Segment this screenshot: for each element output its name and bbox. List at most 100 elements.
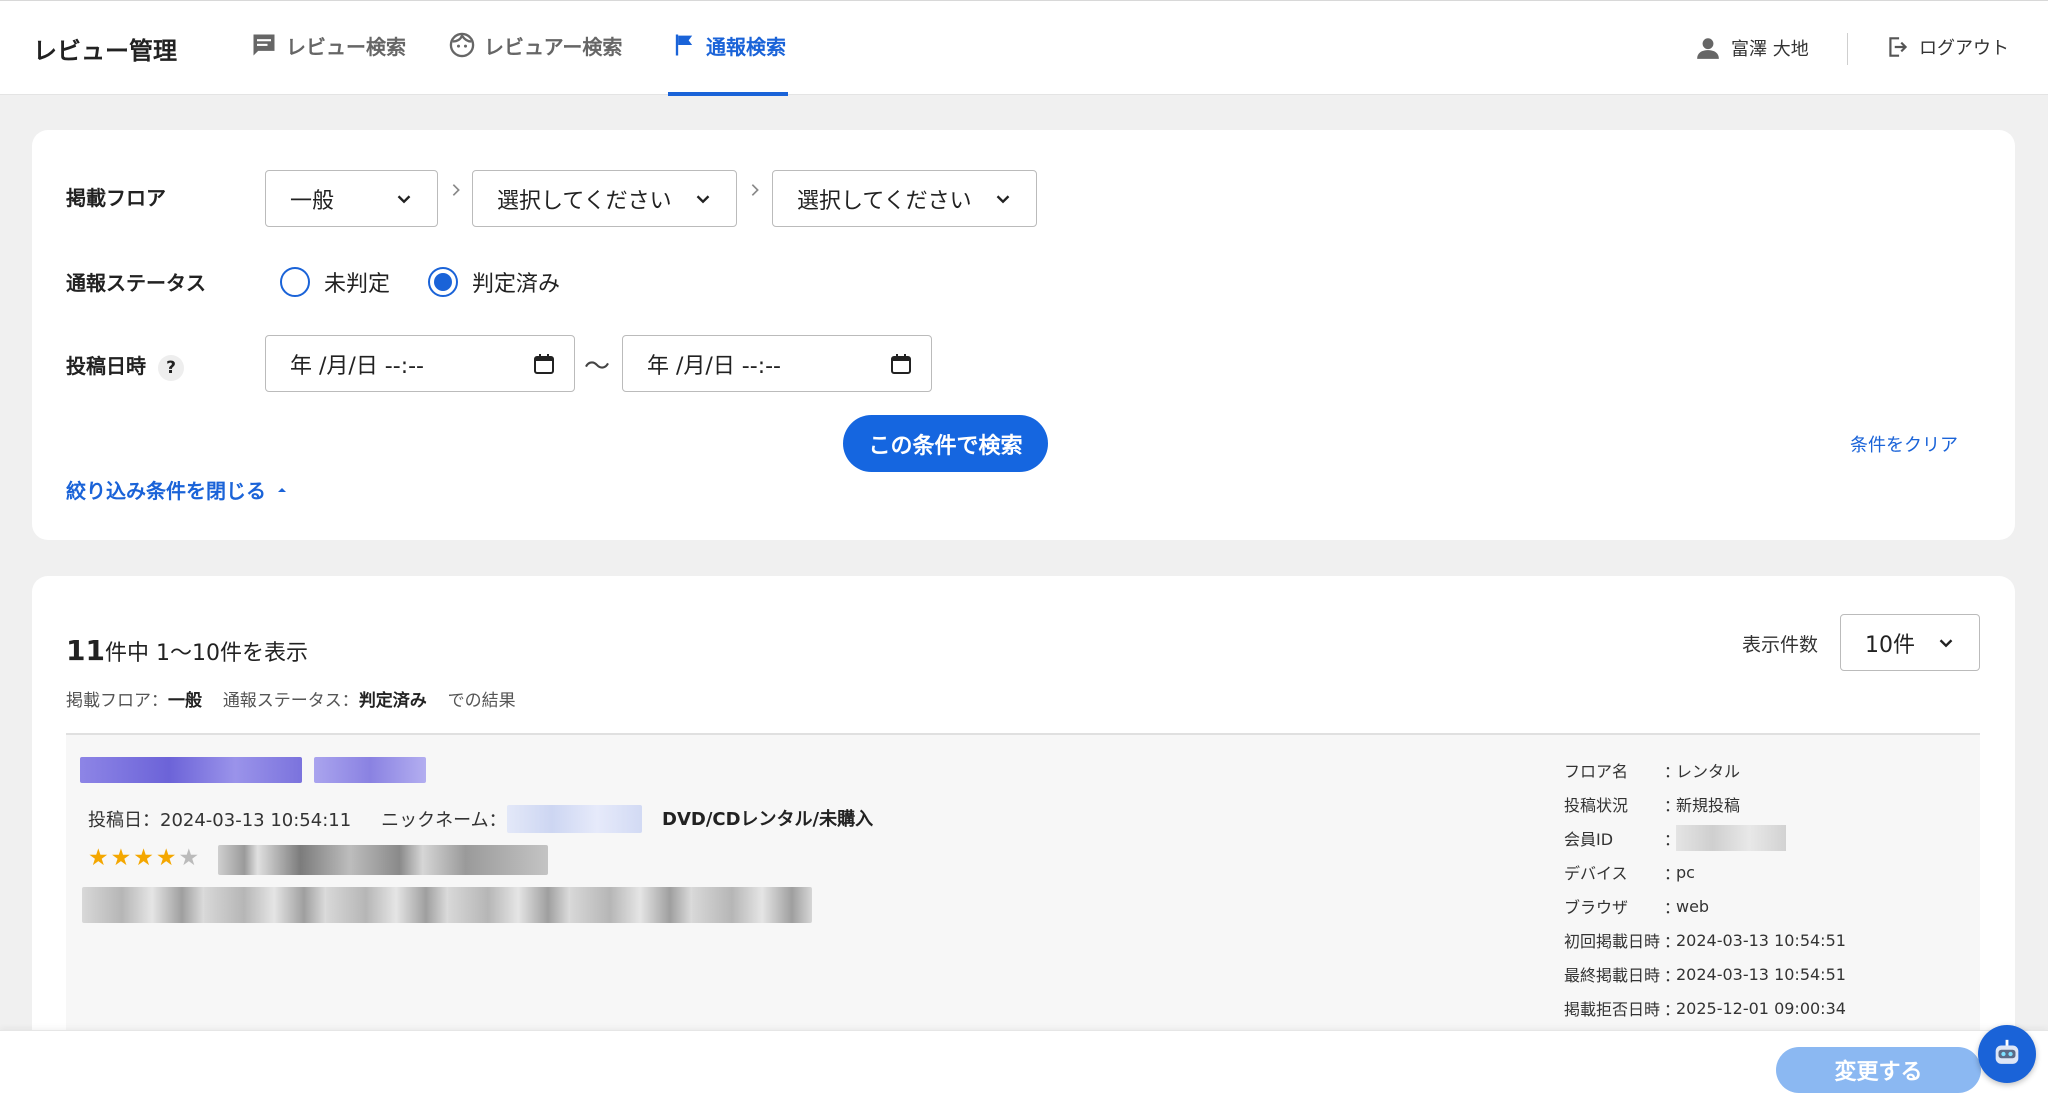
- item-meta: 投稿日：2024-03-13 10:54:11 ニックネーム：: [88, 805, 642, 833]
- chevron-right-icon: [452, 184, 460, 196]
- cond-floor-value: 一般: [168, 691, 202, 711]
- info-value: web: [1676, 896, 1710, 916]
- per-page-select[interactable]: 10件: [1840, 614, 1980, 671]
- collapse-filters-link[interactable]: 絞り込み条件を閉じる: [66, 475, 288, 504]
- flag-icon: [675, 34, 693, 56]
- clear-conditions-link[interactable]: 条件をクリア: [1850, 431, 1958, 457]
- tab-report-search[interactable]: 通報検索: [668, 31, 788, 96]
- floor-select-value: 一般: [290, 188, 335, 214]
- radio-circle[interactable]: [280, 267, 310, 297]
- redacted-review-title[interactable]: [80, 757, 302, 783]
- comment-icon: [253, 34, 275, 56]
- change-button[interactable]: 変更する: [1776, 1047, 1981, 1093]
- info-value: 2024-03-13 10:54:51: [1676, 964, 1846, 984]
- status-radio-unjudged[interactable]: 未判定: [280, 266, 390, 298]
- info-row: ブラウザ ： web: [1564, 889, 1846, 923]
- header-divider: [1847, 33, 1848, 65]
- radio-label: 判定済み: [472, 272, 561, 297]
- cond-status-value: 判定済み: [358, 691, 427, 711]
- info-key: 会員ID: [1564, 830, 1614, 849]
- user-name: 富澤 大地: [1731, 39, 1809, 60]
- info-key: 投稿状況: [1564, 796, 1629, 815]
- logout-button[interactable]: ログアウト: [1885, 34, 2009, 60]
- result-total: 11: [66, 634, 105, 667]
- rating-stars: ★ ★ ★ ★ ★: [88, 845, 199, 871]
- info-row: 掲載拒否日時： 2025-12-01 09:00:34: [1564, 991, 1846, 1025]
- info-key: 初回掲載日時: [1564, 932, 1661, 951]
- user-icon: [1697, 38, 1719, 59]
- info-row: デバイス ： pc: [1564, 855, 1846, 889]
- per-page-label: 表示件数: [1742, 634, 1819, 656]
- info-row: 初回掲載日時： 2024-03-13 10:54:51: [1564, 923, 1846, 957]
- radio-dot: [434, 273, 452, 291]
- floor-select[interactable]: 一般: [265, 170, 438, 227]
- logout-icon: [1889, 37, 1908, 57]
- help-icon[interactable]: ?: [158, 354, 184, 381]
- info-separator: ：: [1664, 796, 1681, 815]
- redacted-review-headline: [218, 845, 548, 875]
- info-separator: ：: [1664, 864, 1681, 883]
- per-page-value: 10件: [1865, 632, 1915, 658]
- floor-sub-select-1[interactable]: 選択してください: [472, 170, 737, 227]
- search-button[interactable]: この条件で検索: [843, 415, 1048, 472]
- result-count: 11件中 1〜10件を表示: [66, 634, 308, 667]
- chevron-down-icon: [996, 194, 1010, 203]
- tab-label: レビュー検索: [286, 35, 406, 59]
- current-user: 富澤 大地: [1695, 35, 1809, 61]
- status-radio-judged[interactable]: 判定済み: [428, 266, 560, 298]
- item-info-list: フロア名：レンタル 投稿状況：新規投稿 会員ID：デバイス： pc ブラウザ： web 初回…: [1564, 753, 1846, 1025]
- posted-date: 投稿日：2024-03-13 10:54:11: [88, 810, 352, 831]
- date-label-row: 投稿日時?: [66, 350, 184, 381]
- info-key: 掲載拒否日時: [1564, 1000, 1661, 1019]
- info-value: レンタル: [1676, 762, 1741, 781]
- info-row: 投稿状況 ：新規投稿: [1564, 787, 1846, 821]
- info-separator: ：: [1664, 966, 1681, 985]
- calendar-icon[interactable]: [889, 352, 913, 376]
- date-from-placeholder: 年 /月/日 --:--: [290, 353, 424, 379]
- floor-label: 掲載フロア: [66, 186, 166, 210]
- info-row: 会員ID ：: [1564, 821, 1846, 855]
- info-key: フロア名: [1564, 762, 1629, 781]
- date-range-separator: 〜: [584, 352, 611, 382]
- floor-sub-select-2-value: 選択してください: [797, 188, 972, 214]
- info-value: 新規投稿: [1676, 796, 1741, 815]
- chatbot-button[interactable]: [1978, 1025, 2036, 1083]
- search-filter-card: 掲載フロア 一般 選択してください 選択してください 通報ステータス 未判定 判…: [32, 130, 2015, 540]
- date-to-input[interactable]: 年 /月/日 --:--: [622, 335, 932, 392]
- top-header: レビュー管理 レビュー検索 レビュアー検索 通報検索 富澤 大地 ログアウト: [0, 0, 2048, 96]
- radio-circle-checked[interactable]: [428, 267, 458, 297]
- result-conditions: 掲載フロア：一般 通報ステータス：判定済み での結果: [66, 686, 516, 711]
- info-key: デバイス: [1564, 864, 1628, 883]
- info-key: ブラウザ: [1564, 898, 1629, 917]
- cond-floor-key: 掲載フロア：: [66, 691, 168, 711]
- date-from-input[interactable]: 年 /月/日 --:--: [265, 335, 575, 392]
- calendar-icon[interactable]: [532, 352, 556, 376]
- cond-suffix: での結果: [447, 691, 516, 711]
- result-count-suffix: 件中 1〜10件を表示: [104, 641, 308, 666]
- info-separator: ：: [1664, 1000, 1681, 1019]
- info-row: 最終掲載日時： 2024-03-13 10:54:51: [1564, 957, 1846, 991]
- star-filled-icon: ★: [133, 845, 154, 871]
- collapse-label: 絞り込み条件を閉じる: [66, 479, 266, 503]
- redacted-review-body: [82, 887, 812, 923]
- info-value: 2025-12-01 09:00:34: [1676, 998, 1846, 1018]
- info-separator: ：: [1664, 932, 1681, 951]
- tab-label: 通報検索: [706, 35, 786, 59]
- tab-reviewer-search[interactable]: レビュアー検索: [448, 31, 622, 96]
- radio-label: 未判定: [324, 272, 391, 297]
- floor-sub-select-1-value: 選択してください: [497, 188, 672, 214]
- redacted-nickname: [506, 805, 642, 833]
- status-label: 通報ステータス: [66, 271, 206, 295]
- chevron-down-icon: [397, 194, 411, 203]
- tab-review-search[interactable]: レビュー検索: [250, 31, 406, 96]
- caret-up-icon: [278, 487, 286, 492]
- star-empty-icon: ★: [178, 845, 200, 871]
- date-label: 投稿日時: [66, 354, 146, 378]
- chevron-down-icon: [696, 194, 710, 203]
- star-filled-icon: ★: [110, 845, 132, 871]
- cond-status-key: 通報ステータス：: [222, 691, 359, 711]
- floor-sub-select-2[interactable]: 選択してください: [772, 170, 1037, 227]
- info-key: 最終掲載日時: [1564, 966, 1661, 985]
- redacted-review-title-2[interactable]: [314, 757, 426, 783]
- info-value: pc: [1676, 862, 1695, 882]
